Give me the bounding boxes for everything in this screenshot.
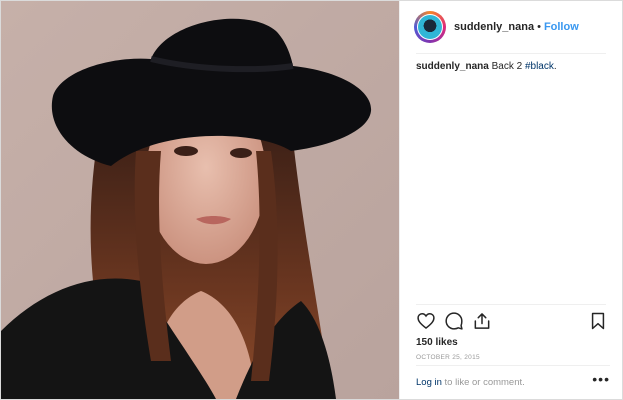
avatar[interactable] [414, 11, 446, 43]
post-caption: suddenly_nana Back 2 #black. [416, 60, 610, 74]
post-header: suddenly_nana • Follow [414, 1, 606, 54]
heart-icon[interactable] [416, 311, 436, 331]
avatar-image [418, 15, 442, 39]
post-photo[interactable] [1, 1, 399, 399]
instagram-post: suddenly_nana • Follow suddenly_nana Bac… [0, 0, 623, 400]
author-username[interactable]: suddenly_nana [454, 21, 534, 33]
caption-suffix: . [553, 61, 557, 72]
follow-button[interactable]: Follow [544, 21, 579, 33]
more-options-icon[interactable]: ••• [592, 371, 610, 387]
portrait-photo [1, 1, 399, 399]
bookmark-icon[interactable] [588, 311, 608, 331]
separator-dot: • [537, 21, 541, 33]
post-sidebar: suddenly_nana • Follow suddenly_nana Bac… [399, 1, 622, 399]
caption-username[interactable]: suddenly_nana [416, 61, 489, 72]
post-date[interactable]: OCTOBER 25, 2015 [416, 354, 606, 361]
avatar-image-frame [417, 14, 443, 40]
comment-prompt: Log in to like or comment. ••• [416, 365, 610, 398]
comment-icon[interactable] [444, 311, 464, 331]
caption-text: Back 2 [491, 61, 525, 72]
share-icon[interactable] [472, 311, 492, 331]
caption-hashtag[interactable]: #black [525, 61, 554, 72]
post-actions-section: 150 likes OCTOBER 25, 2015 [416, 304, 606, 361]
login-link[interactable]: Log in [416, 377, 442, 388]
action-bar [416, 305, 606, 337]
comment-prompt-text: to like or comment. [441, 376, 525, 388]
likes-count[interactable]: 150 likes [416, 337, 606, 348]
